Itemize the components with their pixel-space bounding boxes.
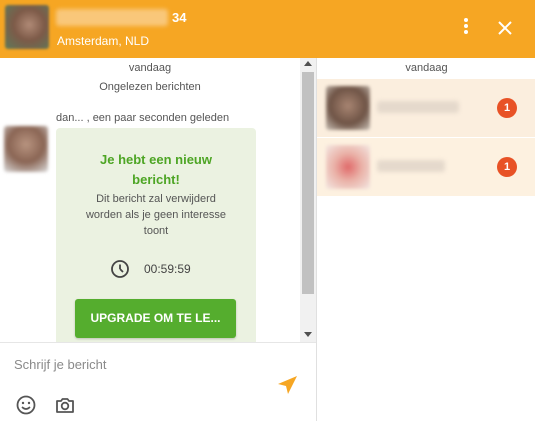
close-icon[interactable]: [494, 17, 516, 39]
locked-message-title: Je hebt een nieuw bericht!: [100, 152, 212, 187]
conversation-avatar: [326, 86, 370, 130]
conversation-avatar: [326, 145, 370, 189]
locked-message-text: Dit bericht zal verwijderd worden als je…: [85, 193, 227, 237]
message-sender-avatar[interactable]: [4, 126, 48, 172]
unread-count-badge: 1: [497, 157, 517, 177]
countdown-timer: 00:59:59: [144, 262, 191, 276]
conversation-name-blurred: [377, 160, 445, 172]
conversation-day-label: vandaag: [405, 62, 448, 74]
contact-age: 34: [172, 10, 187, 25]
conversation-item[interactable]: 1: [317, 138, 535, 196]
scrollbar-thumb[interactable]: [302, 72, 314, 294]
scroll-up-arrow-icon[interactable]: [304, 61, 312, 66]
chat-messages-pane: vandaag Ongelezen berichten dan... , een…: [0, 58, 316, 342]
camera-icon[interactable]: [54, 394, 76, 416]
send-icon[interactable]: [275, 373, 299, 397]
conversation-name-blurred: [377, 101, 459, 113]
chat-scrollbar[interactable]: [300, 58, 316, 342]
message-meta: dan... , een paar seconden geleden: [56, 112, 230, 124]
message-composer: [0, 342, 316, 421]
contact-name-blurred: [56, 9, 168, 26]
unread-messages-label: Ongelezen berichten: [99, 81, 201, 93]
unread-count-badge: 1: [497, 98, 517, 118]
upgrade-button[interactable]: UPGRADE OM TE LE...: [75, 299, 236, 338]
message-input[interactable]: [14, 353, 264, 375]
emoji-icon[interactable]: [15, 394, 37, 416]
contact-location: Amsterdam, NLD: [57, 34, 150, 48]
locked-message-bubble: Je hebt een nieuw bericht! Dit bericht z…: [56, 128, 256, 342]
clock-icon: [111, 260, 129, 278]
scroll-down-arrow-icon[interactable]: [304, 332, 312, 337]
conversation-item[interactable]: 1: [317, 79, 535, 137]
header-avatar[interactable]: [5, 5, 49, 49]
conversation-list: vandaag 1 1: [316, 58, 535, 421]
chat-day-label: vandaag: [128, 62, 172, 74]
chat-header: 34 Amsterdam, NLD: [0, 0, 535, 58]
more-vertical-icon[interactable]: [458, 16, 474, 40]
